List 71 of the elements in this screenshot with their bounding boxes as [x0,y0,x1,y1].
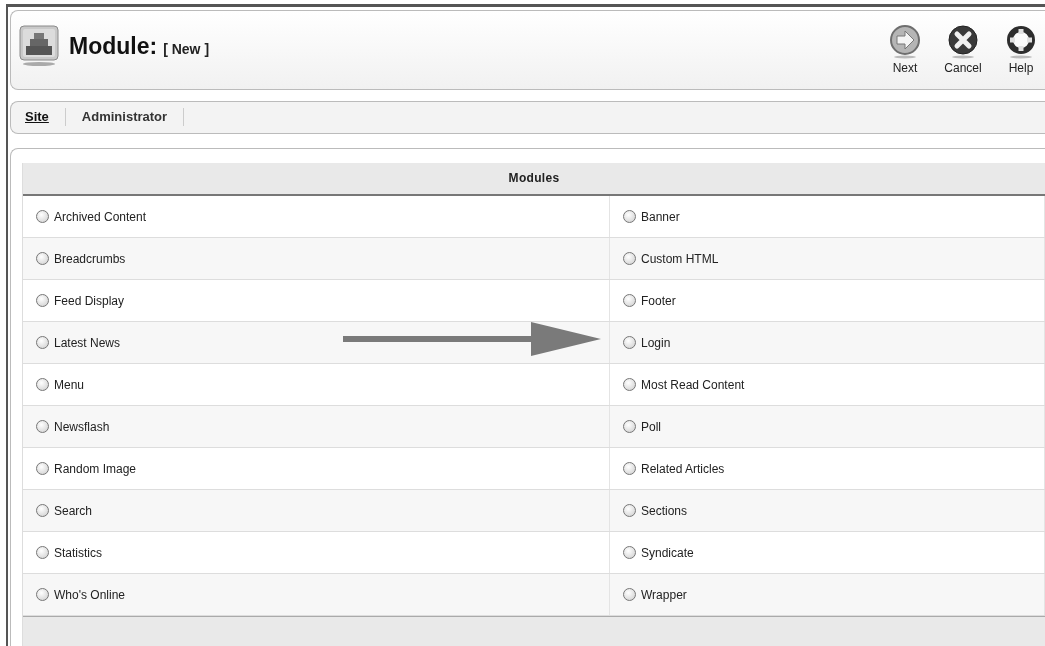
option-label: Banner [641,209,680,224]
radio-button[interactable] [623,504,636,517]
radio-button[interactable] [36,210,49,223]
page-subtitle: [ New ] [163,40,210,57]
radio-button[interactable] [36,252,49,265]
module-option[interactable]: Poll [610,406,1045,447]
option-label: Archived Content [54,209,147,224]
radio-button[interactable] [623,210,636,223]
module-option[interactable]: Newsflash [23,406,610,447]
option-label: Related Articles [641,461,725,476]
module-option[interactable]: Random Image [23,448,610,489]
option-label: Random Image [54,461,137,476]
option-label: Who's Online [54,587,125,602]
module-option[interactable]: Footer [610,280,1045,321]
module-option[interactable]: Wrapper [610,574,1045,615]
module-option[interactable]: Syndicate [610,532,1045,573]
module-option[interactable]: Login [610,322,1045,363]
module-option[interactable]: Search [23,490,610,531]
radio-button[interactable] [623,588,636,601]
option-label: Syndicate [641,545,694,560]
option-label: Feed Display [54,293,125,308]
module-option[interactable]: Statistics [23,532,610,573]
option-label: Latest News [54,335,121,350]
radio-button[interactable] [36,294,49,307]
option-label: Footer [641,293,676,308]
option-label: Poll [641,419,661,434]
option-label: Login [641,335,671,350]
option-label: Menu [54,377,85,392]
module-option[interactable]: Archived Content [23,196,610,237]
help-button[interactable]: Help [997,25,1045,75]
module-option[interactable]: Who's Online [23,574,610,615]
cancel-button[interactable]: Cancel [939,25,987,75]
tab[interactable]: Site [25,108,66,127]
option-label: Breadcrumbs [54,251,126,266]
module-option[interactable]: Most Read Content [610,364,1045,405]
option-label: Wrapper [641,587,687,602]
radio-button[interactable] [623,378,636,391]
radio-button[interactable] [623,336,636,349]
radio-button[interactable] [36,588,49,601]
module-option[interactable]: Banner [610,196,1045,237]
option-label: Sections [641,503,688,518]
option-label: Search [54,503,93,518]
module-option[interactable]: Breadcrumbs [23,238,610,279]
radio-button[interactable] [623,252,636,265]
radio-button[interactable] [623,462,636,475]
radio-button[interactable] [36,546,49,559]
page-title: Module: [69,32,158,60]
radio-button[interactable] [36,462,49,475]
arrow-right-icon [889,25,921,59]
radio-button[interactable] [623,420,636,433]
radio-button[interactable] [623,546,636,559]
lifebuoy-icon [1005,25,1037,59]
option-label: Statistics [54,545,102,560]
radio-button[interactable] [36,378,49,391]
radio-button[interactable] [36,504,49,517]
radio-button[interactable] [36,336,49,349]
building-icon [19,25,59,67]
radio-button[interactable] [623,294,636,307]
tab[interactable]: Administrator [81,108,185,127]
close-icon [947,25,979,59]
option-label: Newsflash [54,419,110,434]
option-label: Custom HTML [641,251,719,266]
module-option[interactable]: Sections [610,490,1045,531]
module-option[interactable]: Menu [23,364,610,405]
module-option[interactable]: Feed Display [23,280,610,321]
module-option[interactable]: Related Articles [610,448,1045,489]
radio-button[interactable] [36,420,49,433]
table-heading: Modules [23,163,1045,196]
option-label: Most Read Content [641,377,745,392]
next-button[interactable]: Next [881,25,929,75]
module-option[interactable]: Custom HTML [610,238,1045,279]
